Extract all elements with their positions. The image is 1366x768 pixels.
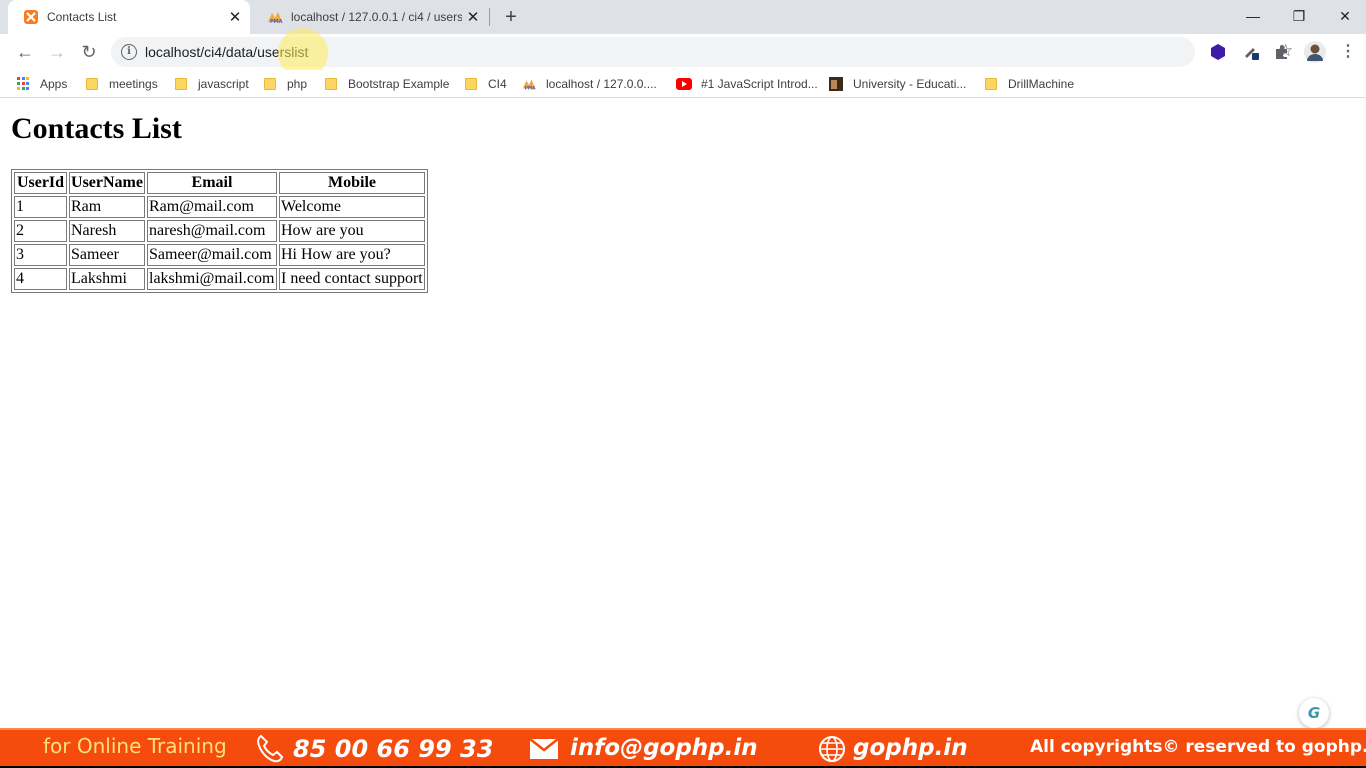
cell-email: naresh@mail.com bbox=[147, 220, 277, 242]
bookmark-label: meetings bbox=[109, 77, 158, 91]
tab-separator bbox=[489, 8, 490, 26]
folder-icon bbox=[325, 78, 337, 90]
restore-button[interactable]: ❐ bbox=[1276, 2, 1322, 30]
g-badge-letter: G bbox=[1307, 704, 1321, 722]
bookmark-label: DrillMachine bbox=[1008, 77, 1075, 91]
bookmark-label: Apps bbox=[40, 77, 68, 91]
cell-email: Sameer@mail.com bbox=[147, 244, 277, 266]
profile-avatar-icon[interactable] bbox=[1304, 41, 1326, 63]
cell-email: lakshmi@mail.com bbox=[147, 268, 277, 290]
reload-button[interactable]: ↻ bbox=[75, 38, 103, 66]
folder-icon bbox=[985, 78, 997, 90]
svg-text:PMA: PMA bbox=[270, 19, 283, 25]
cell-userid: 4 bbox=[14, 268, 67, 290]
tab-close-icon[interactable]: ✕ bbox=[224, 8, 246, 26]
banner-training-text: for Online Training bbox=[43, 734, 227, 758]
extension-hexagon-icon[interactable] bbox=[1209, 43, 1227, 61]
column-header-email: Email bbox=[147, 172, 277, 194]
svg-text:PMA: PMA bbox=[525, 85, 537, 91]
tab-close-icon[interactable]: ✕ bbox=[462, 8, 484, 26]
table-row: 2 Naresh naresh@mail.com How are you bbox=[14, 220, 425, 242]
banner-phone-text: 85 00 66 99 33 bbox=[293, 735, 494, 763]
bookmark-label: javascript bbox=[198, 77, 249, 91]
bookmark-label: #1 JavaScript Introd... bbox=[701, 77, 818, 91]
cell-mobile: How are you bbox=[279, 220, 425, 242]
column-header-userid: UserId bbox=[14, 172, 67, 194]
bookmark-label: University - Educati... bbox=[853, 77, 967, 91]
globe-icon bbox=[819, 736, 845, 762]
folder-icon bbox=[86, 78, 98, 90]
promo-banner: for Online Training 85 00 66 99 33 info@… bbox=[0, 728, 1366, 768]
cell-userid: 1 bbox=[14, 196, 67, 218]
cell-mobile: I need contact support bbox=[279, 268, 425, 290]
cell-username: Ram bbox=[69, 196, 145, 218]
address-bar[interactable]: i localhost/ci4/data/userslist ☆ bbox=[111, 37, 1293, 67]
table-header-row: UserId UserName Email Mobile bbox=[14, 172, 425, 194]
bookmark-bootstrap-example[interactable]: Bootstrap Example bbox=[325, 77, 449, 91]
banner-website-text: gophp.in bbox=[853, 735, 968, 761]
folder-icon bbox=[175, 78, 187, 90]
minimize-button[interactable]: — bbox=[1230, 2, 1276, 30]
page-content: Contacts List UserId UserName Email Mobi… bbox=[0, 100, 1366, 728]
bookmark-drillmachine[interactable]: DrillMachine bbox=[985, 77, 1074, 91]
email-icon bbox=[529, 738, 559, 759]
banner-copyright-text: All copyrights© reserved to gophp.in bbox=[1030, 737, 1366, 757]
cell-userid: 3 bbox=[14, 244, 67, 266]
bookmark-meetings[interactable]: meetings bbox=[86, 77, 158, 91]
folder-icon bbox=[264, 78, 276, 90]
phpmyadmin-icon: PMA bbox=[268, 12, 283, 25]
youtube-icon bbox=[676, 78, 692, 90]
extensions-puzzle-icon[interactable] bbox=[1273, 43, 1291, 61]
bookmark-label: php bbox=[287, 77, 308, 91]
bookmark-php[interactable]: php bbox=[264, 77, 307, 91]
table-row: 4 Lakshmi lakshmi@mail.com I need contac… bbox=[14, 268, 425, 290]
browser-toolbar: ← → ↻ i localhost/ci4/data/userslist ☆ ⋮ bbox=[0, 34, 1366, 70]
bookmark-javascript[interactable]: javascript bbox=[175, 77, 249, 91]
bookmark-javascript-intro[interactable]: #1 JavaScript Introd... bbox=[676, 77, 818, 91]
new-tab-button[interactable]: + bbox=[499, 5, 523, 29]
bookmark-ci4[interactable]: CI4 bbox=[465, 77, 507, 91]
table-row: 1 Ram Ram@mail.com Welcome bbox=[14, 196, 425, 218]
table-row: 3 Sameer Sameer@mail.com Hi How are you? bbox=[14, 244, 425, 266]
cell-mobile: Hi How are you? bbox=[279, 244, 425, 266]
tab-strip: Contacts List ✕ PMA localhost / 127.0.0.… bbox=[0, 0, 1366, 34]
phone-icon bbox=[257, 734, 284, 763]
extension-tool-icon[interactable] bbox=[1242, 43, 1260, 61]
column-header-mobile: Mobile bbox=[279, 172, 425, 194]
tab-phpmyadmin[interactable]: PMA localhost / 127.0.0.1 / ci4 / users … bbox=[252, 0, 488, 34]
bookmark-label: CI4 bbox=[488, 77, 507, 91]
bookmark-label: localhost / 127.0.0.... bbox=[546, 77, 657, 91]
contacts-table: UserId UserName Email Mobile 1 Ram Ram@m… bbox=[11, 169, 428, 293]
tab-title: Contacts List bbox=[47, 10, 117, 24]
cell-username: Sameer bbox=[69, 244, 145, 266]
g-badge-icon[interactable]: G bbox=[1299, 698, 1329, 728]
tab-contacts-list[interactable]: Contacts List ✕ bbox=[8, 0, 250, 34]
phpmyadmin-icon: PMA bbox=[522, 79, 537, 91]
column-header-username: UserName bbox=[69, 172, 145, 194]
bookmark-phpmyadmin[interactable]: PMA localhost / 127.0.0.... bbox=[521, 77, 657, 91]
forward-button[interactable]: → bbox=[43, 38, 71, 66]
banner-email-text: info@gophp.in bbox=[570, 735, 758, 761]
university-icon bbox=[829, 77, 843, 91]
page-title: Contacts List bbox=[11, 112, 182, 145]
site-info-icon[interactable]: i bbox=[121, 44, 137, 60]
apps-grid-icon bbox=[17, 77, 31, 91]
bookmark-label: Bootstrap Example bbox=[348, 77, 450, 91]
bookmark-university[interactable]: University - Educati... bbox=[829, 77, 966, 91]
cell-mobile: Welcome bbox=[279, 196, 425, 218]
cell-email: Ram@mail.com bbox=[147, 196, 277, 218]
cell-userid: 2 bbox=[14, 220, 67, 242]
bookmark-apps[interactable]: Apps bbox=[17, 77, 67, 91]
xampp-icon bbox=[24, 10, 38, 24]
tab-title: localhost / 127.0.0.1 / ci4 / users bbox=[291, 10, 462, 24]
cell-username: Lakshmi bbox=[69, 268, 145, 290]
browser-menu-icon[interactable]: ⋮ bbox=[1334, 38, 1362, 66]
close-window-button[interactable]: ✕ bbox=[1322, 2, 1366, 30]
back-button[interactable]: ← bbox=[11, 38, 39, 66]
cell-username: Naresh bbox=[69, 220, 145, 242]
bookmarks-bar: Apps meetings javascript php Bootstrap E… bbox=[0, 70, 1366, 98]
folder-icon bbox=[465, 78, 477, 90]
